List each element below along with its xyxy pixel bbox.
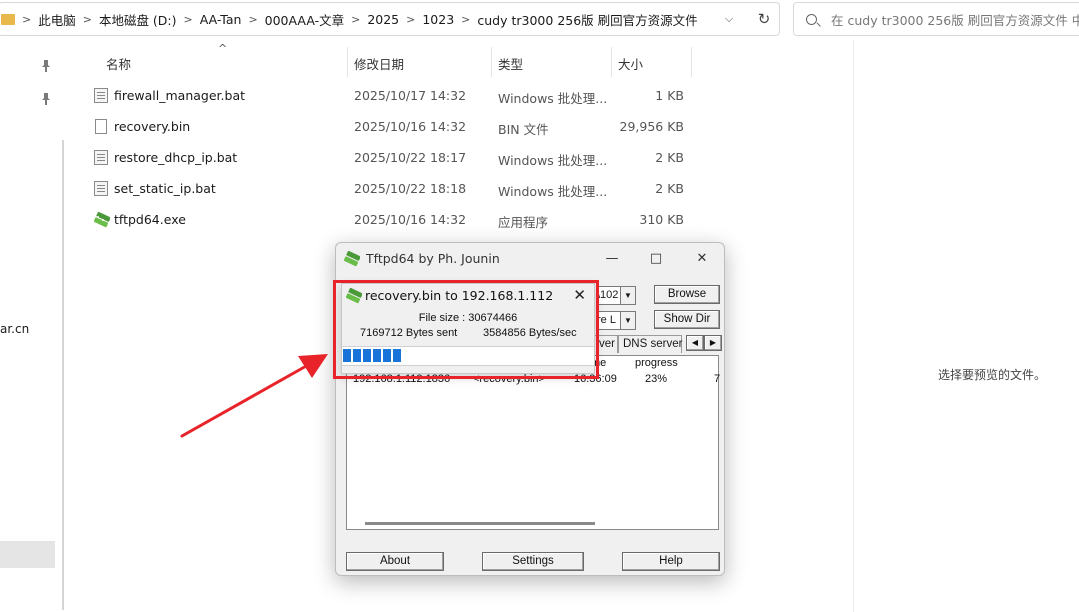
breadcrumb-2025[interactable]: 2025 <box>367 12 399 27</box>
file-row[interactable]: set_static_ip.bat 2025/10/22 18:18 Windo… <box>90 174 690 205</box>
file-size: 2 KB <box>655 181 684 196</box>
combo-value: \102 <box>597 289 619 301</box>
file-date: 2025/10/17 14:32 <box>354 88 467 103</box>
list-cell-progress: 23% <box>645 373 668 385</box>
breadcrumb-this-pc[interactable]: 此电脑 <box>38 10 76 29</box>
nav-item-selected[interactable] <box>0 541 55 568</box>
tab-scroll-right-icon[interactable]: ▶ <box>704 335 722 351</box>
search-input[interactable]: 在 cudy tr3000 256版 刷回官方资源文件 中搜索 <box>793 2 1079 36</box>
file-row[interactable]: restore_dhcp_ip.bat 2025/10/22 18:17 Win… <box>90 143 690 174</box>
file-date: 2025/10/22 18:18 <box>354 181 467 196</box>
file-type: 应用程序 <box>498 215 549 230</box>
chevron-right-icon: > <box>183 12 193 26</box>
combo-value: re L <box>597 314 616 326</box>
column-divider[interactable] <box>691 47 692 77</box>
breadcrumb-drive-d[interactable]: 本地磁盘 (D:) <box>99 10 177 29</box>
tab-scroll-left-icon[interactable]: ◀ <box>686 335 704 351</box>
file-type: BIN 文件 <box>498 122 549 137</box>
sort-ascending-icon: ^ <box>218 42 228 55</box>
preview-pane-divider[interactable] <box>853 40 854 612</box>
file-type: Windows 批处理... <box>498 184 608 199</box>
chevron-down-icon: ▼ <box>620 312 635 329</box>
maximize-icon[interactable]: □ <box>642 248 670 270</box>
list-cell-extra: 7 <box>714 373 721 385</box>
file-size: 2 KB <box>655 150 684 165</box>
breadcrumb-current-folder[interactable]: cudy tr3000 256版 刷回官方资源文件 <box>477 10 697 29</box>
bat-file-icon <box>94 88 108 103</box>
transfer-list[interactable]: me progress 192.168.1.112:1836 <recovery… <box>346 355 721 530</box>
chevron-right-icon: > <box>461 12 471 26</box>
folder-icon <box>1 13 15 25</box>
browse-button[interactable]: Browse <box>654 285 720 304</box>
column-header-name[interactable]: 名称 <box>106 54 131 73</box>
file-type: Windows 批处理... <box>498 91 608 106</box>
file-size: 310 KB <box>639 212 684 227</box>
address-history-dropdown-icon[interactable]: ⌵ <box>720 10 738 28</box>
column-divider[interactable] <box>611 47 612 77</box>
minimize-icon[interactable]: — <box>598 248 626 270</box>
server-interface-combo[interactable]: re L ▼ <box>596 311 636 330</box>
horizontal-scrollbar[interactable] <box>365 522 595 525</box>
settings-button[interactable]: Settings <box>482 552 584 571</box>
file-size: 29,956 KB <box>619 119 684 134</box>
file-name: set_static_ip.bat <box>114 181 216 196</box>
tftpd-app-icon <box>343 250 361 270</box>
chevron-right-icon: > <box>22 12 32 26</box>
bin-file-icon <box>95 119 107 134</box>
chevron-down-icon: ▼ <box>620 287 635 304</box>
file-name: firewall_manager.bat <box>114 88 246 103</box>
pin-icon[interactable] <box>41 93 51 105</box>
list-header-progress[interactable]: progress <box>635 356 678 371</box>
file-row[interactable]: firewall_manager.bat 2025/10/17 14:32 Wi… <box>90 81 690 112</box>
bat-file-icon <box>94 150 108 165</box>
address-bar[interactable]: > 此电脑 > 本地磁盘 (D:) > AA-Tan > 000AAA-文章 >… <box>0 2 780 36</box>
file-date: 2025/10/16 14:32 <box>354 119 467 134</box>
file-row[interactable]: recovery.bin 2025/10/16 14:32 BIN 文件 29,… <box>90 112 690 143</box>
column-divider[interactable] <box>491 47 492 77</box>
file-date: 2025/10/16 14:32 <box>354 212 467 227</box>
window-title: Tftpd64 by Ph. Jounin <box>366 251 500 266</box>
chevron-right-icon: > <box>406 12 416 26</box>
column-header-date[interactable]: 修改日期 <box>354 54 404 73</box>
nav-scrollbar[interactable] <box>62 140 64 610</box>
tab-dns-server[interactable]: DNS server <box>618 335 682 353</box>
file-name: tftpd64.exe <box>114 212 186 227</box>
close-icon[interactable]: ✕ <box>688 248 716 270</box>
refresh-icon[interactable]: ↻ <box>754 9 774 29</box>
breadcrumb-aa-tan[interactable]: AA-Tan <box>200 12 242 27</box>
about-button[interactable]: About <box>346 552 444 571</box>
chevron-right-icon: > <box>351 12 361 26</box>
base-directory-combo[interactable]: \102 ▼ <box>596 286 636 305</box>
search-icon <box>806 13 817 25</box>
annotation-arrow <box>180 354 328 438</box>
pin-icon[interactable] <box>41 60 51 72</box>
bat-file-icon <box>94 181 108 196</box>
highlight-box <box>333 280 599 379</box>
column-header-type[interactable]: 类型 <box>498 54 523 73</box>
file-date: 2025/10/22 18:17 <box>354 150 467 165</box>
file-name: recovery.bin <box>114 119 191 134</box>
breadcrumb-articles[interactable]: 000AAA-文章 <box>265 10 344 29</box>
file-type: Windows 批处理... <box>498 153 608 168</box>
nav-item-truncated[interactable]: ar.cn <box>0 322 29 336</box>
help-button[interactable]: Help <box>622 552 720 571</box>
file-size: 1 KB <box>655 88 684 103</box>
chevron-right-icon: > <box>82 12 92 26</box>
file-name: restore_dhcp_ip.bat <box>114 150 238 165</box>
column-header-size[interactable]: 大小 <box>618 54 643 73</box>
breadcrumb-1023[interactable]: 1023 <box>422 12 454 27</box>
chevron-right-icon: > <box>248 12 258 26</box>
search-placeholder: 在 cudy tr3000 256版 刷回官方资源文件 中搜索 <box>831 12 1079 28</box>
tftpd-app-icon <box>93 211 111 228</box>
show-dir-button[interactable]: Show Dir <box>654 310 720 329</box>
column-divider[interactable] <box>347 47 348 77</box>
file-row[interactable]: tftpd64.exe 2025/10/16 14:32 应用程序 310 KB <box>90 205 690 236</box>
preview-message: 选择要预览的文件。 <box>938 368 1047 382</box>
